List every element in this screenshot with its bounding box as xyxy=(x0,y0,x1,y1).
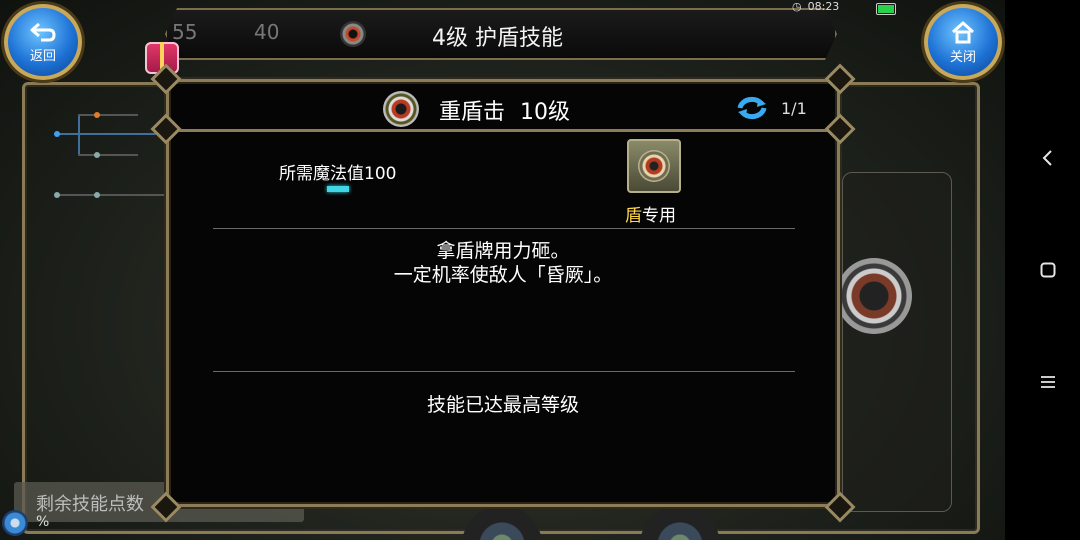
battery-icon xyxy=(876,3,896,15)
skill-tree-line xyxy=(78,154,138,156)
skill-node xyxy=(54,131,60,137)
skill-detail-dialog: 重盾击 10级 1/1 所需魔法值100 盾专用 拿盾牌用力砸。 一定机率使敌人… xyxy=(150,63,856,523)
game-scene: 剩余技能点数 % 55 40 4级 护盾技能 返回 关闭 ◷ 08:23 重盾击 xyxy=(0,0,1005,540)
alarm-icon: ◷ xyxy=(792,0,802,13)
skill-title: 重盾击 10级 xyxy=(439,94,570,126)
ghost-value-a: 55 xyxy=(172,20,198,44)
weapon-suffix: 专用 xyxy=(642,206,676,226)
ghost-value-b: 40 xyxy=(254,20,280,44)
shield-skill-icon xyxy=(383,91,419,127)
close-button[interactable]: 关闭 xyxy=(924,4,1002,80)
mp-bar xyxy=(327,186,349,192)
description-line: 拿盾牌用力砸。 xyxy=(436,240,570,262)
skill-level: 10级 xyxy=(520,100,571,125)
divider xyxy=(213,371,795,372)
shield-weapon-icon xyxy=(638,150,670,182)
home-icon xyxy=(951,21,975,43)
refresh-icon[interactable] xyxy=(735,94,769,122)
skill-tree-line xyxy=(78,114,138,116)
background-side-panel xyxy=(842,172,952,512)
description-line: 一定机率使敌人「昏厥」。 xyxy=(393,264,613,286)
skill-node xyxy=(94,152,100,158)
skill-points-label: 剩余技能点数 xyxy=(36,494,144,515)
max-level-text: 技能已达最高等级 xyxy=(426,394,579,416)
skill-node xyxy=(94,112,100,118)
dialog-header: 重盾击 10级 1/1 xyxy=(169,82,837,132)
title-skill-icon xyxy=(340,21,366,47)
skill-name: 重盾击 xyxy=(439,100,506,125)
clock-text: 08:23 xyxy=(807,0,840,13)
skill-node xyxy=(54,192,60,198)
nav-menu-button[interactable] xyxy=(1030,364,1066,400)
skill-node xyxy=(94,192,100,198)
percent-text: % xyxy=(36,514,50,530)
background-shield-icon xyxy=(836,258,912,334)
nav-home-button[interactable] xyxy=(1030,252,1066,288)
nav-home-icon xyxy=(1040,262,1056,278)
skill-description: 拿盾牌用力砸。 一定机率使敌人「昏厥」。 xyxy=(169,239,837,287)
page-indicator: 1/1 xyxy=(781,99,807,118)
divider xyxy=(213,228,795,229)
mp-requirement: 所需魔法值100 xyxy=(279,164,397,184)
skill-tree-line xyxy=(56,194,166,196)
skill-tree-line xyxy=(56,133,166,135)
back-button[interactable]: 返回 xyxy=(4,4,82,80)
orb-icon xyxy=(2,510,28,536)
weapon-requirement: 盾专用 xyxy=(625,201,676,226)
nav-menu-icon xyxy=(1041,376,1055,388)
back-arrow-icon xyxy=(30,22,56,41)
back-label: 返回 xyxy=(29,48,56,64)
status-bar: ◷ 08:23 xyxy=(792,0,840,13)
page-title: 4级 护盾技能 xyxy=(432,26,563,51)
close-label: 关闭 xyxy=(949,49,976,65)
skill-tree-line xyxy=(78,114,80,154)
nav-back-icon xyxy=(1042,150,1052,166)
weapon-type-box xyxy=(627,139,681,193)
nav-back-button[interactable] xyxy=(1030,140,1066,176)
weapon-type: 盾 xyxy=(625,206,642,226)
